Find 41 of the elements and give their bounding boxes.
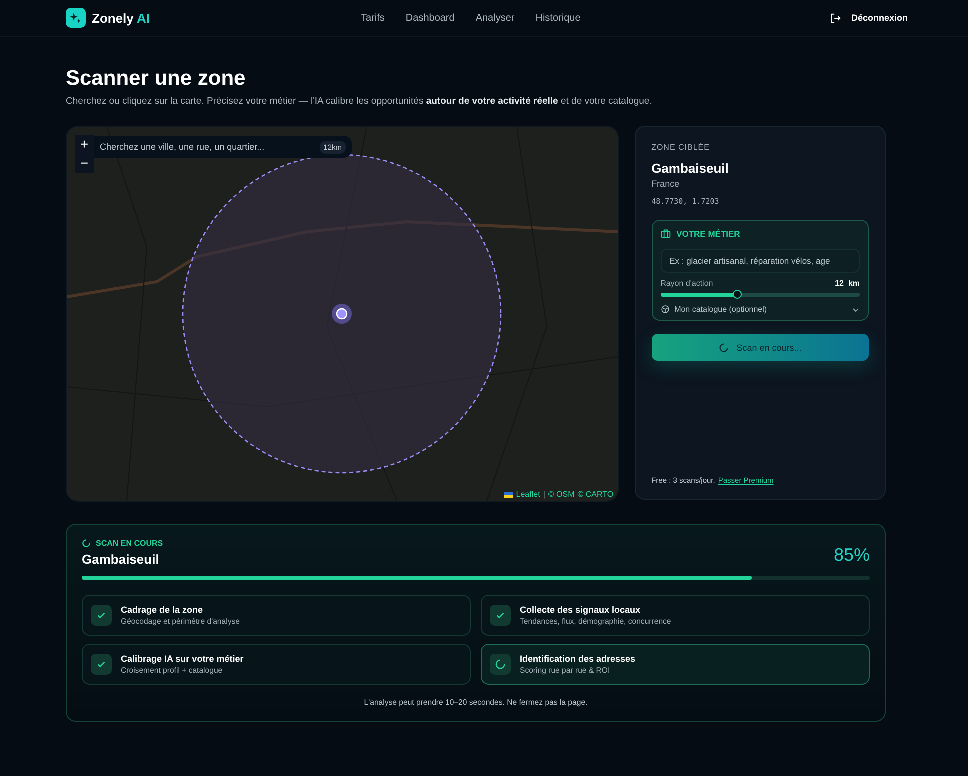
- radius-slider[interactable]: [660, 293, 860, 297]
- step-title: Calibrage IA sur votre métier: [121, 654, 244, 664]
- zone-country: France: [652, 179, 681, 189]
- attribution-link[interactable]: © CARTO: [578, 490, 614, 499]
- nav-link[interactable]: Tarifs: [361, 12, 385, 24]
- briefcase-icon: [660, 229, 671, 239]
- chevron-icon: [852, 306, 860, 314]
- radius-value: 12 km: [835, 279, 860, 288]
- check-icon: [495, 610, 506, 621]
- brand-name[interactable]: Zonely AI: [92, 10, 150, 26]
- check-icon: [96, 659, 107, 670]
- attribution-link[interactable]: © OSM: [548, 490, 575, 499]
- nav-link[interactable]: Analyser: [476, 12, 515, 24]
- attribution-separator: |: [543, 490, 546, 499]
- catalog-toggle[interactable]: Mon catalogue (optionnel): [660, 305, 860, 314]
- scan-button[interactable]: Scan en cours...: [652, 334, 869, 361]
- nav-link[interactable]: Historique: [536, 12, 581, 24]
- page-title: Scanner une zone: [66, 67, 247, 91]
- job-input-field[interactable]: Ex : glacier artisanal, réparation vélos, age: [660, 249, 860, 273]
- radius-label: Rayon d'action: [660, 279, 714, 288]
- flag-icon: [504, 492, 514, 498]
- nav-link[interactable]: Dashboard: [406, 12, 455, 24]
- step-title: Identification des adresses: [520, 654, 636, 664]
- step-title: Cadrage de la zone: [121, 605, 204, 615]
- spinner-icon: [718, 342, 729, 352]
- spinner-icon: [495, 659, 506, 670]
- scan-zone-name: Gambaiseuil: [82, 552, 160, 567]
- package-icon: [660, 305, 670, 314]
- attribution-link[interactable]: Leaflet: [516, 490, 540, 499]
- scan-status: SCAN EN COURS: [96, 539, 164, 548]
- page-subtitle: Cherchez ou cliquez sur la carte. Précisez votre métier — l'IA calibre les opportunités autour de votre activité réelle et de votre catalogue.: [66, 96, 654, 107]
- zone-name: Gambaiseuil: [652, 161, 730, 176]
- logout-button[interactable]: Déconnexion: [830, 12, 908, 24]
- logout-icon: [830, 12, 842, 24]
- check-icon: [96, 610, 107, 621]
- step-title: Collecte des signaux locaux: [520, 605, 642, 615]
- zone-label: ZONE CIBLÉE: [652, 143, 711, 152]
- scan-percent: 85%: [834, 545, 870, 566]
- job-title: VOTRE MÉTIER: [676, 229, 740, 239]
- sparkle-logo-icon: [66, 8, 86, 28]
- spinner-icon: [82, 539, 91, 548]
